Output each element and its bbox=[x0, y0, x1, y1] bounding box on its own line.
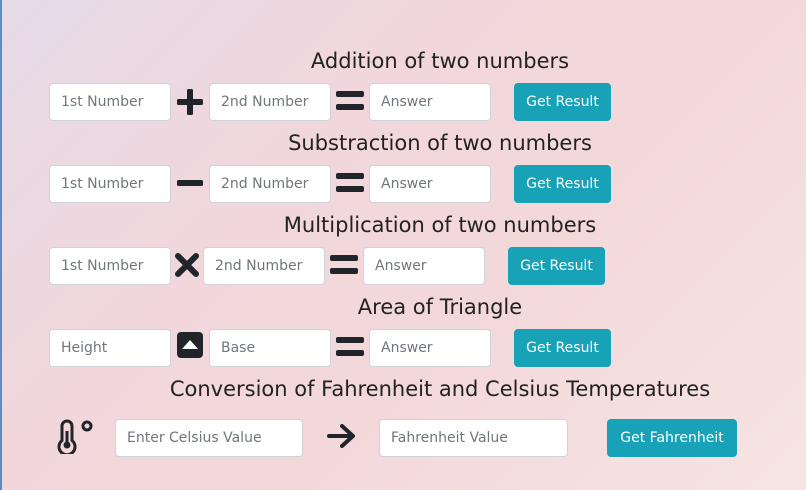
thermometer-degree-icon bbox=[57, 419, 93, 454]
addition-get-result-button[interactable]: Get Result bbox=[514, 83, 611, 121]
minus-icon bbox=[177, 180, 203, 186]
equals-icon bbox=[336, 91, 364, 110]
arrow-right-icon bbox=[327, 424, 355, 448]
subtraction-title: Substraction of two numbers bbox=[288, 131, 592, 155]
caret-square-up-icon bbox=[177, 332, 203, 358]
equals-icon bbox=[336, 173, 364, 192]
get-fahrenheit-button[interactable]: Get Fahrenheit bbox=[607, 419, 737, 457]
times-icon bbox=[175, 253, 199, 277]
addition-second-number-input[interactable] bbox=[209, 83, 331, 121]
addition-first-number-input[interactable] bbox=[49, 83, 171, 121]
triangle-title: Area of Triangle bbox=[357, 295, 523, 319]
multiplication-get-result-button[interactable]: Get Result bbox=[508, 247, 605, 285]
multiplication-second-number-input[interactable] bbox=[203, 247, 325, 285]
multiplication-title: Multiplication of two numbers bbox=[283, 213, 597, 237]
temperature-title: Conversion of Fahrenheit and Celsius Tem… bbox=[169, 377, 711, 401]
subtraction-first-number-input[interactable] bbox=[49, 165, 171, 203]
triangle-base-input[interactable] bbox=[209, 329, 331, 367]
fahrenheit-field[interactable] bbox=[379, 419, 568, 457]
window-left-edge bbox=[0, 0, 2, 490]
multiplication-first-number-input[interactable] bbox=[49, 247, 171, 285]
triangle-answer-field[interactable] bbox=[369, 329, 491, 367]
subtraction-second-number-input[interactable] bbox=[209, 165, 331, 203]
addition-answer-field[interactable] bbox=[369, 83, 491, 121]
plus-icon bbox=[177, 89, 203, 115]
subtraction-get-result-button[interactable]: Get Result bbox=[514, 165, 611, 203]
triangle-height-input[interactable] bbox=[49, 329, 171, 367]
triangle-get-result-button[interactable]: Get Result bbox=[514, 329, 611, 367]
celsius-input[interactable] bbox=[115, 419, 303, 457]
equals-icon bbox=[330, 255, 358, 274]
equals-icon bbox=[336, 337, 364, 356]
multiplication-answer-field[interactable] bbox=[363, 247, 485, 285]
addition-title: Addition of two numbers bbox=[310, 49, 570, 73]
subtraction-answer-field[interactable] bbox=[369, 165, 491, 203]
